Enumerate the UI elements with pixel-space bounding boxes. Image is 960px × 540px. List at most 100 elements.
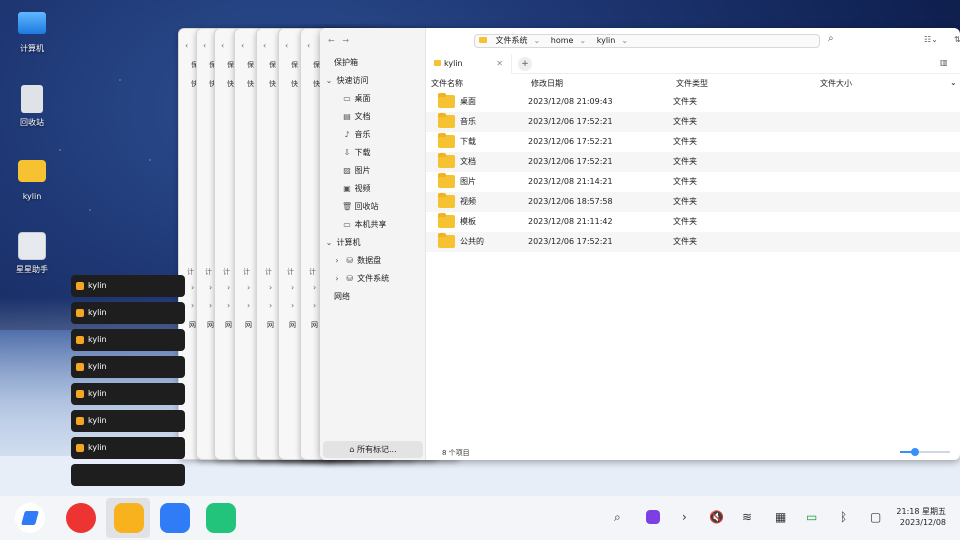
folder-icon [438, 193, 455, 208]
search-icon[interactable]: ⌕ [614, 510, 621, 525]
path-bar[interactable]: 文件系统 ⌄ home ⌄ kylin ⌄ [474, 34, 820, 48]
all-tags-label: 所有标记... [356, 445, 397, 454]
notification-item[interactable]: kylin [71, 302, 185, 324]
notification-item[interactable]: kylin [71, 437, 185, 459]
gear-icon [18, 232, 46, 260]
sidebar-item-label: 本机共享 [354, 220, 387, 229]
new-tab-button[interactable]: + [518, 57, 532, 71]
sidebar-item-music[interactable]: ♪ 音乐 [320, 126, 426, 144]
column-type[interactable]: 文件类型 [676, 78, 708, 89]
sidebar-item-videos[interactable]: ▣ 视频 [320, 180, 426, 198]
notification-item[interactable]: kylin [71, 275, 185, 297]
file-date: 2023/12/06 17:52:21 [528, 117, 613, 126]
desktop-icon-label: 回收站 [20, 118, 44, 127]
list-item[interactable]: 公共的 2023/12/06 17:52:21 文件夹 [426, 232, 960, 252]
view-mode-icon[interactable]: ☷⌄ [924, 35, 938, 44]
assistant-icon[interactable] [646, 510, 660, 524]
zoom-slider[interactable] [900, 448, 950, 456]
list-item[interactable]: 音乐 2023/12/06 17:52:21 文件夹 [426, 112, 960, 132]
ghost-network: 网 [207, 321, 214, 329]
chevron-down-icon[interactable]: ⌄ [621, 36, 628, 45]
sidebar-item-label: 视频 [354, 184, 371, 193]
all-tags-button[interactable]: ⌂ 所有标记... [323, 441, 423, 458]
start-menu-button[interactable] [15, 503, 45, 533]
drive-icon: ⛁ [346, 256, 353, 265]
wifi-icon[interactable]: ≋ [742, 510, 752, 524]
chevron-down-icon[interactable]: ⌄ [579, 36, 586, 45]
app-icon-wps[interactable] [160, 503, 190, 533]
sidebar-item-label: 回收站 [354, 202, 379, 211]
list-item[interactable]: 桌面 2023/12/08 21:09:43 文件夹 [426, 92, 960, 112]
chevron-right-icon[interactable]: › [682, 510, 687, 524]
drive-icon: ⛁ [346, 274, 353, 283]
file-date: 2023/12/06 18:57:58 [528, 197, 613, 206]
bluetooth-icon[interactable]: ᛒ [840, 510, 847, 524]
sidebar-item-trash[interactable]: 🗑 回收站 [320, 198, 426, 216]
file-date: 2023/12/06 17:52:21 [528, 137, 613, 146]
sidebar-item-label: 快速访问 [336, 76, 369, 85]
file-type: 文件夹 [673, 157, 697, 166]
app-icon-software-store[interactable] [206, 503, 236, 533]
list-item[interactable]: 文档 2023/12/06 17:52:21 文件夹 [426, 152, 960, 172]
side-panel-icon[interactable]: ▥ [940, 58, 948, 67]
sidebar-quick-access[interactable]: ⌄ 快速访问 [320, 72, 426, 90]
list-item[interactable]: 图片 2023/12/08 21:14:21 文件夹 [426, 172, 960, 192]
list-item[interactable]: 下载 2023/12/06 17:52:21 文件夹 [426, 132, 960, 152]
keyboard-icon[interactable]: ▦ [775, 510, 786, 524]
ghost-title: 保 [291, 61, 298, 69]
back-forward-buttons[interactable]: ← → [328, 36, 349, 45]
sidebar-vault[interactable]: 保护箱 [320, 54, 426, 72]
notification-item[interactable]: kylin [71, 356, 185, 378]
desktop-icon-assistant[interactable]: 星星助手 [10, 232, 54, 275]
app-icon-file-manager[interactable] [114, 503, 144, 533]
sidebar-item-documents[interactable]: ▤ 文档 [320, 108, 426, 126]
sidebar-item-pictures[interactable]: ▨ 图片 [320, 162, 426, 180]
picture-icon: ▨ [343, 166, 351, 175]
ghost-network: 网 [225, 321, 232, 329]
volume-muted-icon[interactable]: 🔇 [709, 510, 724, 524]
desktop-icon-computer[interactable]: 计算机 [10, 12, 54, 54]
zoom-slider-handle[interactable] [911, 448, 919, 456]
app-icon-firewall[interactable] [66, 503, 96, 533]
notification-center-icon[interactable]: ▢ [870, 510, 881, 524]
sidebar-item-share[interactable]: ▭ 本机共享 [320, 216, 426, 234]
file-type: 文件夹 [673, 97, 697, 106]
sidebar-item-data-disk[interactable]: › ⛁ 数据盘 [320, 252, 426, 270]
document-icon: ▤ [343, 112, 351, 121]
sidebar-item-label: 计算机 [336, 238, 361, 247]
file-type: 文件夹 [673, 197, 697, 206]
clock[interactable]: 21:18 星期五 2023/12/08 [896, 506, 946, 528]
ghost-computer: 计 [243, 268, 250, 276]
chevron-down-icon[interactable]: ⌄ [950, 78, 957, 87]
desktop-icon-trash[interactable]: 回收站 [10, 85, 54, 128]
file-date: 2023/12/08 21:11:42 [528, 217, 613, 226]
file-manager-window[interactable]: ← → 保护箱 ⌄ 快速访问 ▭ 桌面 ▤ 文档 ♪ 音乐 ⇩ 下载 ▨ 图片 … [320, 28, 960, 460]
column-date[interactable]: 修改日期 [531, 78, 563, 89]
search-icon[interactable]: ⌕ [828, 33, 834, 44]
battery-icon[interactable]: ▭ [806, 510, 817, 524]
column-name[interactable]: 文件名称 [431, 78, 463, 89]
breadcrumb-kylin[interactable]: kylin [597, 36, 616, 45]
sidebar-item-desktop[interactable]: ▭ 桌面 [320, 90, 426, 108]
notification-item[interactable]: kylin [71, 410, 185, 432]
sidebar-item-filesystem[interactable]: › ⛁ 文件系统 [320, 270, 426, 288]
close-icon[interactable]: ✕ [496, 54, 503, 74]
sidebar-computer[interactable]: ⌄ 计算机 [320, 234, 426, 252]
column-size[interactable]: 文件大小 [820, 78, 852, 89]
desktop-icon-kylin[interactable]: kylin [10, 160, 54, 201]
list-item[interactable]: 模板 2023/12/08 21:11:42 文件夹 [426, 212, 960, 232]
breadcrumb-home[interactable]: home [551, 36, 574, 45]
sidebar-network[interactable]: 网络 [320, 288, 426, 306]
list-item[interactable]: 视频 2023/12/06 18:57:58 文件夹 [426, 192, 960, 212]
video-icon: ▣ [343, 184, 351, 193]
chevron-down-icon[interactable]: ⌄ [534, 36, 541, 45]
notification-item[interactable]: kylin [71, 383, 185, 405]
sidebar-item-downloads[interactable]: ⇩ 下载 [320, 144, 426, 162]
notification-item[interactable] [71, 464, 185, 486]
item-count: 8 个项目 [442, 449, 470, 457]
breadcrumb-filesystem[interactable]: 文件系统 [496, 36, 528, 45]
tab-label: kylin [444, 59, 463, 68]
notification-item[interactable]: kylin [71, 329, 185, 351]
tab-kylin[interactable]: kylin ✕ [426, 54, 512, 74]
sort-icon[interactable]: ⇅⌄ [954, 35, 960, 44]
